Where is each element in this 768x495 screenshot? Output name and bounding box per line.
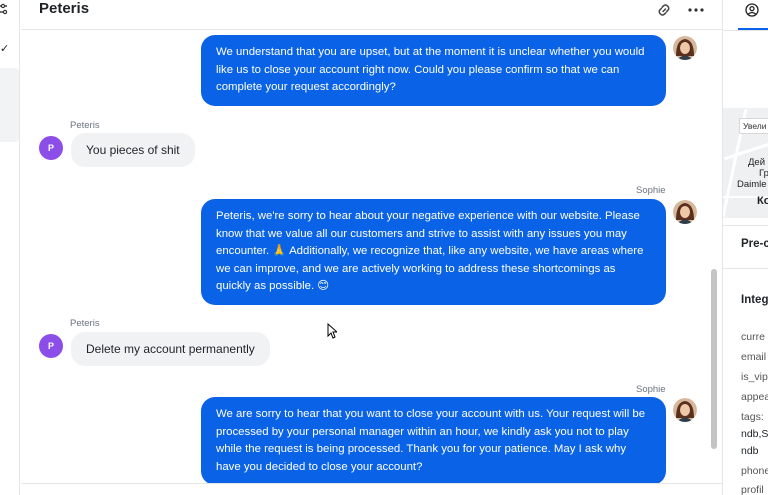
map-label: Дей — [748, 157, 766, 168]
chat-header: Peteris — [21, 0, 722, 30]
attribute-label: appea — [741, 391, 768, 403]
map-label: Ко — [757, 195, 768, 207]
customer-details-panel: Увели Дей Гр Daimle Ко Pre-c Integ curre… — [722, 0, 768, 495]
mouse-cursor-icon — [327, 323, 337, 339]
more-horizontal-icon[interactable] — [687, 2, 705, 16]
tab-divider — [723, 30, 768, 31]
sliders-icon[interactable] — [0, 2, 12, 16]
attribute-value: ndb,S — [741, 428, 768, 440]
check-icon: ✓ — [0, 43, 10, 55]
map-label: Гр — [759, 168, 768, 179]
attribute-label: curre — [741, 331, 765, 343]
attribute-label: is_vip — [741, 371, 768, 383]
customer-avatar: P — [39, 136, 63, 160]
customer-avatar: P — [39, 334, 63, 358]
location-map[interactable]: Увели Дей Гр Daimle Ко — [723, 108, 768, 218]
user-circle-icon[interactable] — [745, 3, 759, 17]
incoming-message: Delete my account permanently — [71, 332, 270, 366]
app-window: ✓ Peteris We understand that you are ups… — [0, 0, 768, 495]
sender-name: Peteris — [70, 318, 100, 329]
outgoing-message: We are sorry to hear that you want to cl… — [201, 397, 666, 483]
conversation-title: Peteris — [39, 0, 90, 17]
attribute-label: phone — [741, 465, 768, 477]
section-divider — [723, 225, 768, 226]
map-zoom-button[interactable]: Увели — [739, 118, 768, 134]
chat-scrollbar[interactable] — [711, 269, 717, 449]
sender-name: Peteris — [70, 120, 100, 131]
agent-avatar — [673, 36, 697, 60]
link-icon[interactable] — [656, 2, 672, 18]
composer-edge — [21, 483, 722, 495]
message-list[interactable]: We understand that you are upset, but at… — [21, 31, 722, 483]
section-heading[interactable]: Integ — [741, 294, 768, 306]
attribute-label: tags: — [741, 411, 764, 423]
selected-conversation-item[interactable] — [0, 68, 19, 142]
outgoing-message: Peteris, we're sorry to hear about your … — [201, 199, 666, 305]
attribute-label: email — [741, 351, 767, 363]
attribute-label: profil — [741, 484, 764, 495]
conversation-list-strip: ✓ — [0, 0, 20, 495]
outgoing-message: We understand that you are upset, but at… — [201, 35, 666, 106]
map-label: Daimle — [737, 179, 767, 190]
attribute-value: ndb — [741, 445, 759, 457]
section-heading[interactable]: Pre-c — [741, 238, 768, 250]
sender-name: Sophie — [636, 384, 666, 395]
agent-avatar — [673, 398, 697, 422]
incoming-message: You pieces of shit — [71, 133, 195, 167]
section-divider — [723, 268, 768, 269]
sender-name: Sophie — [636, 185, 666, 196]
agent-avatar — [673, 200, 697, 224]
